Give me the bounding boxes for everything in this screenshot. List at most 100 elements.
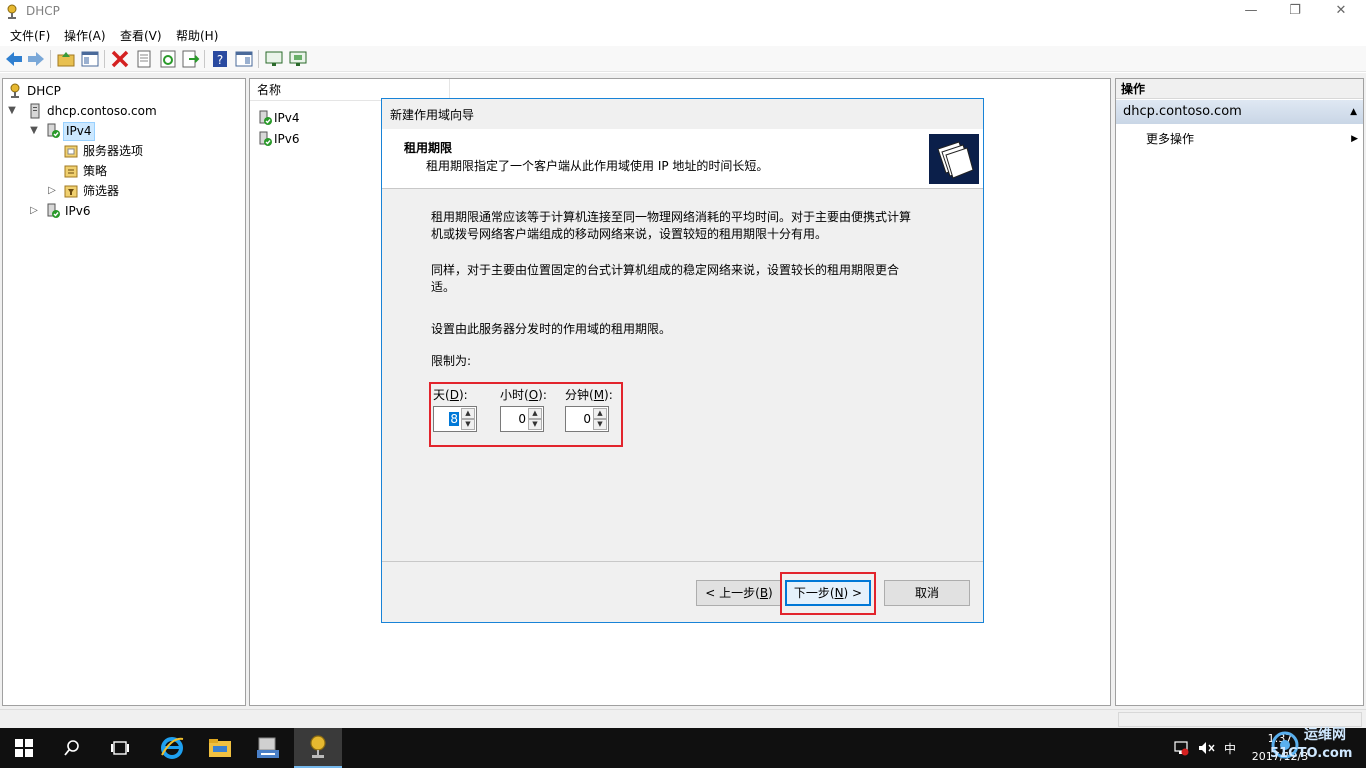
next-button[interactable]: 下一步(N) > (785, 580, 871, 606)
days-value[interactable]: 8 (449, 412, 459, 426)
tree-item-server-options[interactable]: 服务器选项 (5, 141, 243, 161)
wizard-footer-divider (382, 561, 983, 562)
ipv6-green-check-icon (47, 203, 60, 218)
server-options-icon (64, 145, 78, 158)
search-button[interactable] (48, 728, 96, 768)
menu-file[interactable]: 文件(F) (10, 27, 50, 44)
submenu-arrow-icon: ▶ (1351, 134, 1358, 144)
console-tree: DHCP ▼ dhcp.contoso.com ▼ IPv4 服务器选项 策略 … (2, 78, 246, 706)
action-more-actions[interactable]: 更多操作 ▶ (1146, 129, 1358, 149)
menu-help[interactable]: 帮助(H) (176, 27, 218, 44)
back-button[interactable]: < 上一步(B) (696, 580, 782, 606)
action-group-label: dhcp.contoso.com (1123, 104, 1242, 119)
spin-up-icon[interactable]: ▲ (528, 408, 542, 419)
spin-up-icon[interactable]: ▲ (593, 408, 607, 419)
action-item-label: 更多操作 (1146, 132, 1195, 146)
collapse-arrow-icon[interactable]: ▼ (27, 121, 41, 141)
collapse-triangle-icon[interactable]: ▲ (1350, 100, 1357, 124)
properties-icon[interactable] (134, 49, 154, 69)
ime-indicator[interactable]: 中 (1224, 740, 1236, 757)
cancel-button[interactable]: 取消 (884, 580, 970, 606)
export-list-icon[interactable] (180, 49, 200, 69)
forward-arrow-icon[interactable] (26, 49, 46, 69)
wizard-page-title: 租用期限 (404, 141, 453, 155)
network-icon[interactable] (288, 49, 308, 69)
spin-down-icon[interactable]: ▼ (593, 419, 607, 430)
status-bar (0, 709, 1366, 728)
tree-item-ipv4[interactable]: ▼ IPv4 (5, 121, 243, 141)
minimize-button[interactable]: — (1228, 0, 1274, 22)
start-button[interactable] (0, 728, 48, 768)
delete-icon[interactable] (110, 49, 130, 69)
monitor-icon[interactable] (264, 49, 284, 69)
ie-taskbar-button[interactable] (148, 728, 196, 768)
tree-label: dhcp.contoso.com (47, 104, 157, 118)
tree-item-server[interactable]: ▼ dhcp.contoso.com (5, 101, 243, 121)
wizard-para-3: 设置由此服务器分发时的作用域的租用期限。 (431, 322, 672, 336)
wizard-title: 新建作用域向导 (390, 108, 475, 122)
action-pane-header: 操作 (1116, 79, 1363, 99)
dhcp-app-icon (7, 4, 17, 19)
menu-action[interactable]: 操作(A) (64, 27, 106, 44)
dhcp-icon (310, 735, 326, 758)
spin-down-icon[interactable]: ▼ (461, 419, 475, 430)
tree-label: DHCP (27, 84, 61, 98)
expand-arrow-icon[interactable]: ▷ (27, 201, 41, 221)
tree-item-filters[interactable]: ▷ 筛选器 (5, 181, 243, 201)
tree-label: IPv4 (63, 122, 95, 141)
hours-spinbox[interactable]: 0 ▲ ▼ (500, 406, 544, 432)
server-icon (30, 103, 40, 119)
hours-label: 小时(O): (500, 388, 547, 402)
spin-down-icon[interactable]: ▼ (528, 419, 542, 430)
window-title: DHCP (26, 4, 60, 18)
close-button[interactable]: ✕ (1318, 0, 1364, 22)
refresh-icon[interactable] (158, 49, 178, 69)
back-arrow-icon[interactable] (4, 49, 24, 69)
minutes-value[interactable]: 0 (583, 412, 591, 426)
svg-text:?: ? (217, 53, 223, 67)
menu-bar: 文件(F) 操作(A) 查看(V) 帮助(H) (0, 24, 1366, 46)
collapse-arrow-icon[interactable]: ▼ (5, 101, 19, 121)
minutes-label: 分钟(M): (565, 388, 613, 402)
volume-muted-icon[interactable] (1197, 740, 1215, 756)
minutes-spinbox[interactable]: 0 ▲ ▼ (565, 406, 609, 432)
up-folder-icon[interactable] (56, 49, 76, 69)
wizard-page-subtitle: 租用期限指定了一个客户端从此作用域使用 IP 地址的时间长短。 (426, 159, 769, 173)
restore-button[interactable]: ❐ (1272, 0, 1318, 22)
days-spinbox[interactable]: 8 ▲ ▼ (433, 406, 477, 432)
wizard-para-2-line-1: 同样，对于主要由位置固定的台式计算机组成的稳定网络来说，设置较长的租用期限更合 (431, 263, 900, 277)
hours-value[interactable]: 0 (518, 412, 526, 426)
spin-up-icon[interactable]: ▲ (461, 408, 475, 419)
watermark-top-text: 运维网 (1304, 727, 1346, 743)
action-group-server[interactable]: dhcp.contoso.com ▲ (1116, 100, 1363, 124)
task-view-icon (111, 741, 129, 755)
explorer-taskbar-button[interactable] (196, 728, 244, 768)
tree-item-ipv6[interactable]: ▷ IPv6 (5, 201, 243, 221)
tree-item-dhcp[interactable]: DHCP (5, 81, 243, 101)
help-icon[interactable]: ? (210, 49, 230, 69)
file-explorer-icon (209, 739, 231, 757)
server-manager-taskbar-button[interactable] (244, 728, 292, 768)
days-label: 天(D): (433, 388, 468, 402)
policies-icon (64, 165, 78, 178)
ipv4-green-check-icon (47, 123, 60, 138)
menu-view[interactable]: 查看(V) (120, 27, 162, 44)
network-tray-icon[interactable] (1173, 740, 1189, 756)
action-pane: 操作 dhcp.contoso.com ▲ 更多操作 ▶ (1115, 78, 1364, 706)
ipv4-green-check-icon (259, 110, 272, 125)
folders-icon (929, 134, 979, 184)
tree-label: 策略 (83, 164, 108, 178)
show-hide-action-icon[interactable] (234, 49, 254, 69)
title-bar: DHCP — ❐ ✕ (0, 0, 1366, 24)
tree-label: 服务器选项 (83, 144, 144, 158)
limit-label: 限制为: (431, 354, 472, 368)
wizard-para-2-line-2: 适。 (431, 280, 456, 294)
tree-label: IPv6 (65, 204, 91, 218)
tree-item-policies[interactable]: 策略 (5, 161, 243, 181)
dhcp-taskbar-button[interactable] (294, 728, 342, 768)
list-item-label: IPv4 (274, 111, 300, 125)
task-view-button[interactable] (96, 728, 144, 768)
show-hide-tree-icon[interactable] (80, 49, 100, 69)
tree-label: 筛选器 (83, 184, 120, 198)
expand-arrow-icon[interactable]: ▷ (45, 181, 59, 201)
